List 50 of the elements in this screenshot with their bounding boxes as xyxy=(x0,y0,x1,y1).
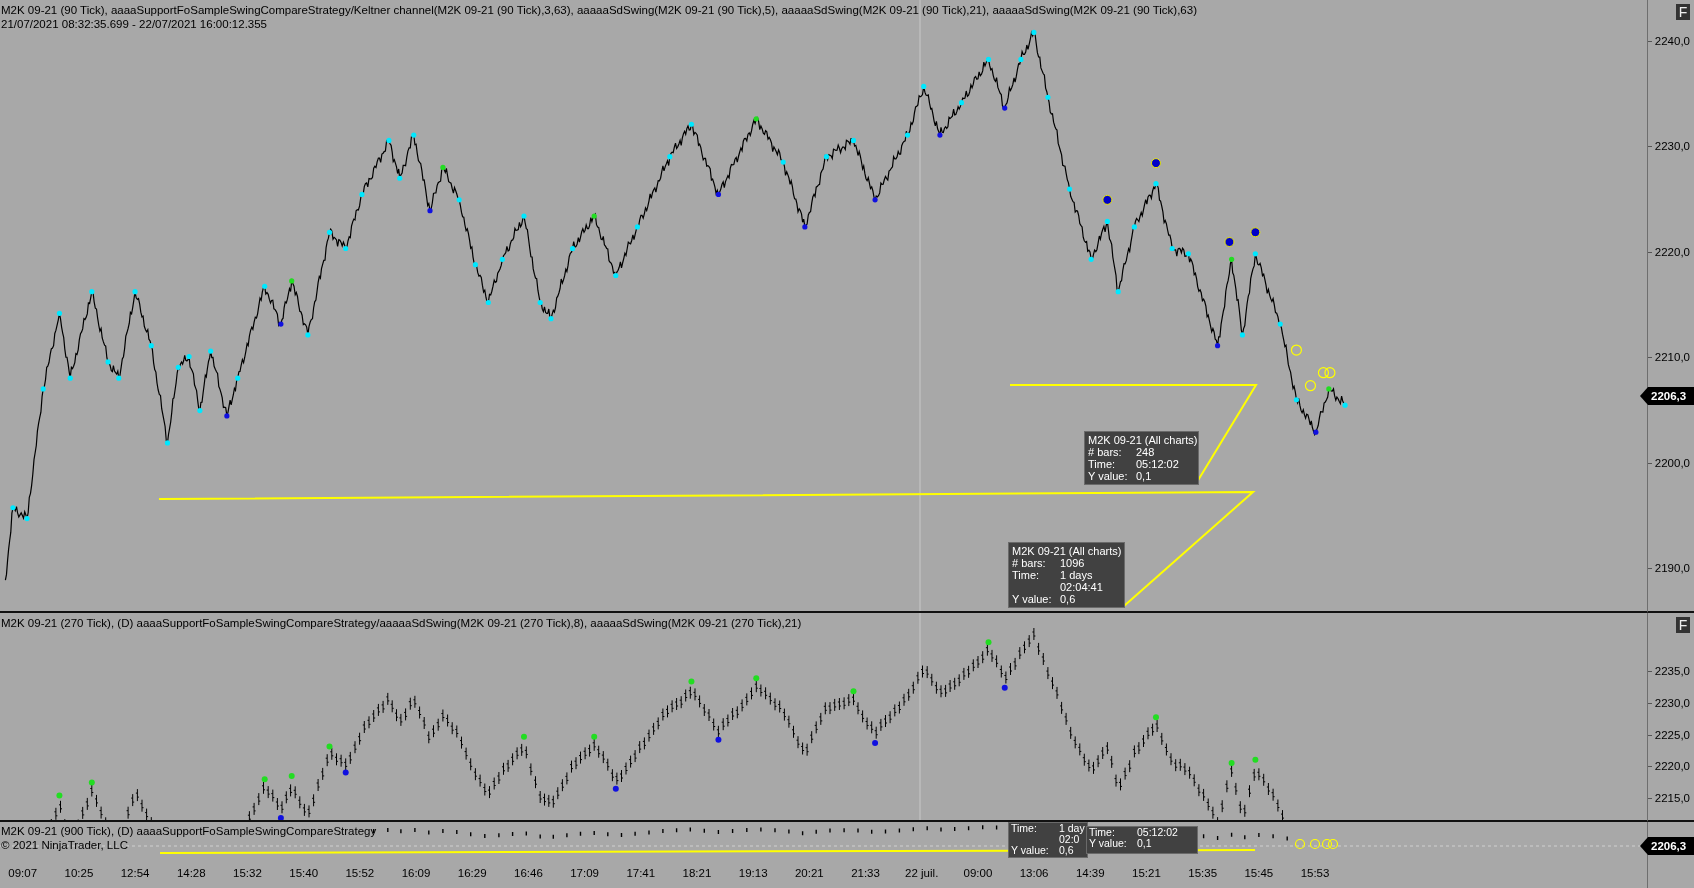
price-tick: 2200,0 xyxy=(1654,455,1690,470)
time-tick: 22 juil. xyxy=(904,866,940,880)
time-tick: 17:09 xyxy=(569,866,600,880)
price-tick: 2190,0 xyxy=(1654,561,1690,575)
time-tick: 21:33 xyxy=(850,866,881,880)
time-tick: 15:45 xyxy=(1243,866,1275,880)
price-tick: 2230,0 xyxy=(1654,139,1690,154)
time-tick: 17:41 xyxy=(625,866,657,880)
time-tick: 15:53 xyxy=(1299,866,1331,880)
last-price-tag: 2206,3 xyxy=(1640,387,1694,405)
date-range: 21/07/2021 08:32:35.699 - 22/07/2021 16:00:12.355 xyxy=(1,17,268,31)
time-tick: 13:06 xyxy=(1018,866,1050,880)
panel-button[interactable]: F xyxy=(1676,4,1690,20)
price-tick: 2220,0 xyxy=(1654,759,1690,774)
time-tick: 16:29 xyxy=(456,866,488,880)
price-tick: 2225,0 xyxy=(1654,727,1690,742)
chart-title: M2K 09-21 (270 Tick), (D) aaaaSupportFoSampleSwingCompareStrategy/aaaaaSdSwing(M2K 09-21 (270 Tick),8), aaaaaSdSwing(M2K 09-21 (270 Tick),21) xyxy=(1,616,802,630)
copyright-text: © 2021 NinjaTrader, LLC xyxy=(1,838,128,852)
price-tick: 2210,0 xyxy=(1654,350,1690,365)
time-tick: 14:28 xyxy=(175,866,207,880)
time-tick: 16:09 xyxy=(400,866,432,880)
last-price-tag: 2206,3 xyxy=(1640,837,1694,855)
chart-title: M2K 09-21 (900 Tick), (D) aaaaSupportFoSampleSwingCompareStrategy xyxy=(1,824,377,838)
time-tick: 12:54 xyxy=(119,866,151,880)
time-tick: 15:32 xyxy=(232,866,263,880)
measure-tooltip: Time: 1 day 02:0 Y value: 0,6 xyxy=(1008,822,1088,858)
time-tick: 19:13 xyxy=(737,866,769,880)
time-tick: 16:46 xyxy=(513,866,544,880)
target-circles-drawing xyxy=(1290,344,1336,392)
time-tick: 15:52 xyxy=(344,866,376,880)
time-tick: 20:21 xyxy=(793,866,825,880)
measure-tooltip: Time: 05:12:02 Y value: 0,1 xyxy=(1086,826,1198,854)
time-tick: 09:00 xyxy=(962,866,994,880)
time-tick: 14:39 xyxy=(1074,866,1106,880)
time-tick: 15:21 xyxy=(1131,866,1162,880)
panel-button[interactable]: F xyxy=(1676,617,1690,633)
time-tick: 15:35 xyxy=(1187,866,1219,880)
price-tick: 2230,0 xyxy=(1654,695,1690,710)
time-tick: 10:25 xyxy=(63,866,95,880)
price-tick: 2220,0 xyxy=(1654,244,1690,259)
measure-tooltip: M2K 09-21 (All charts) # bars: 248 Time: 05:12:02 Y value: 0,1 xyxy=(1084,431,1199,485)
target-circles-drawing xyxy=(1294,838,1339,850)
price-tick: 2240,0 xyxy=(1654,34,1690,48)
time-tick: 18:21 xyxy=(681,866,713,880)
price-tick: 2215,0 xyxy=(1654,791,1690,806)
price-tick: 2235,0 xyxy=(1654,664,1690,678)
chart-title: M2K 09-21 (90 Tick), aaaaSupportFoSampleSwingCompareStrategy/Keltner channel(M2K 09-21 (90 Tick),3,63), aaaaaSdSwing(M2K 09-21 (90 Tick),5), aaaaaSdSwing(M2K 09-21 (90 Tick),21), aaaaaSdSwing(M2K 09-21 (90 Tick),63) xyxy=(1,3,1197,17)
measure-tooltip: M2K 09-21 (All charts) # bars: 1096 Time: 1 days 02:04:41 Y value: 0,6 xyxy=(1008,542,1125,608)
time-tick: 15:40 xyxy=(288,866,320,880)
time-tick: 09:07 xyxy=(7,866,39,880)
